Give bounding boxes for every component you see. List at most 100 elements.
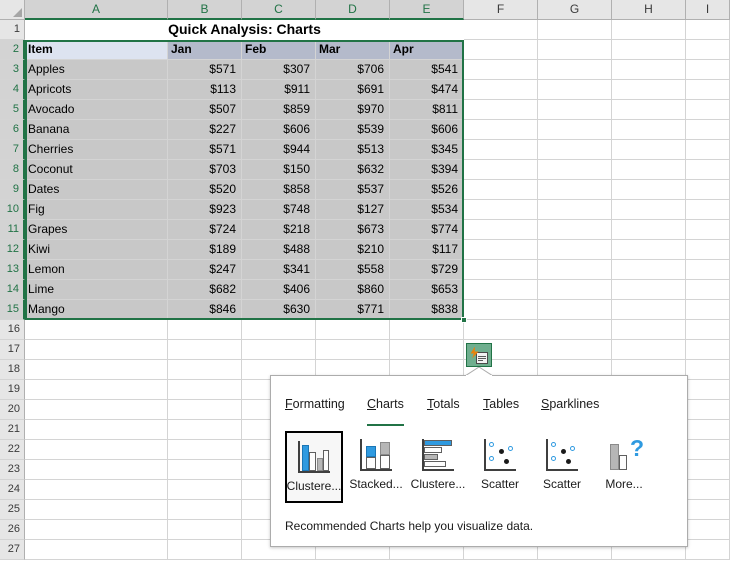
- table-cell-item-6[interactable]: Banana: [25, 120, 168, 140]
- row-header-8[interactable]: 8: [0, 160, 25, 180]
- cell-H4[interactable]: [612, 80, 686, 100]
- row-header-23[interactable]: 23: [0, 460, 25, 480]
- cell-F2[interactable]: [464, 40, 538, 60]
- table-cell-jan-15[interactable]: $846: [168, 300, 242, 320]
- row-header-15[interactable]: 15: [0, 300, 25, 320]
- table-cell-apr-12[interactable]: $117: [390, 240, 464, 260]
- cell-H14[interactable]: [612, 280, 686, 300]
- cell-I12[interactable]: [686, 240, 730, 260]
- table-cell-item-7[interactable]: Cherries: [25, 140, 168, 160]
- cell-H7[interactable]: [612, 140, 686, 160]
- table-cell-mar-15[interactable]: $771: [316, 300, 390, 320]
- quick-analysis-panel[interactable]: Formatting Charts Totals Tables Sparklines C…: [270, 375, 688, 547]
- cell-F10[interactable]: [464, 200, 538, 220]
- table-cell-feb-12[interactable]: $488: [242, 240, 316, 260]
- cell-B17[interactable]: [168, 340, 242, 360]
- cell-A17[interactable]: [25, 340, 168, 360]
- cell-B18[interactable]: [168, 360, 242, 380]
- row-header-2[interactable]: 2: [0, 40, 25, 60]
- cell-F1[interactable]: [464, 20, 538, 40]
- cell-H17[interactable]: [612, 340, 686, 360]
- row-header-6[interactable]: 6: [0, 120, 25, 140]
- row-header-9[interactable]: 9: [0, 180, 25, 200]
- table-cell-feb-9[interactable]: $858: [242, 180, 316, 200]
- cell-A26[interactable]: [25, 520, 168, 540]
- table-cell-apr-9[interactable]: $526: [390, 180, 464, 200]
- table-cell-feb-13[interactable]: $341: [242, 260, 316, 280]
- cell-I20[interactable]: [686, 400, 730, 420]
- column-header-B[interactable]: B: [168, 0, 242, 20]
- cell-G7[interactable]: [538, 140, 612, 160]
- column-header-H[interactable]: H: [612, 0, 686, 20]
- cell-G15[interactable]: [538, 300, 612, 320]
- cell-F4[interactable]: [464, 80, 538, 100]
- cell-F8[interactable]: [464, 160, 538, 180]
- row-header-27[interactable]: 27: [0, 540, 25, 560]
- row-header-17[interactable]: 17: [0, 340, 25, 360]
- row-header-12[interactable]: 12: [0, 240, 25, 260]
- row-header-19[interactable]: 19: [0, 380, 25, 400]
- cell-H8[interactable]: [612, 160, 686, 180]
- cell-D17[interactable]: [316, 340, 390, 360]
- cell-G4[interactable]: [538, 80, 612, 100]
- select-all-corner[interactable]: [0, 0, 25, 20]
- row-header-21[interactable]: 21: [0, 420, 25, 440]
- cell-G17[interactable]: [538, 340, 612, 360]
- cell-G5[interactable]: [538, 100, 612, 120]
- quick-analysis-tab-strip[interactable]: Formatting Charts Totals Tables Sparklines: [271, 390, 687, 426]
- table-cell-item-13[interactable]: Lemon: [25, 260, 168, 280]
- cell-A27[interactable]: [25, 540, 168, 560]
- cell-A20[interactable]: [25, 400, 168, 420]
- cell-I3[interactable]: [686, 60, 730, 80]
- cell-I22[interactable]: [686, 440, 730, 460]
- cell-H13[interactable]: [612, 260, 686, 280]
- table-cell-apr-14[interactable]: $653: [390, 280, 464, 300]
- table-cell-feb-11[interactable]: $218: [242, 220, 316, 240]
- row-header-22[interactable]: 22: [0, 440, 25, 460]
- table-cell-jan-12[interactable]: $189: [168, 240, 242, 260]
- cell-G10[interactable]: [538, 200, 612, 220]
- cell-E16[interactable]: [390, 320, 464, 340]
- column-header-I[interactable]: I: [686, 0, 730, 20]
- column-header-G[interactable]: G: [538, 0, 612, 20]
- table-cell-feb-6[interactable]: $606: [242, 120, 316, 140]
- cell-B20[interactable]: [168, 400, 242, 420]
- table-cell-jan-11[interactable]: $724: [168, 220, 242, 240]
- row-header-10[interactable]: 10: [0, 200, 25, 220]
- table-cell-jan-5[interactable]: $507: [168, 100, 242, 120]
- table-cell-apr-13[interactable]: $729: [390, 260, 464, 280]
- quick-analysis-gallery[interactable]: Clustere... Stacked... Clustere... Scatter S…: [285, 431, 677, 503]
- cell-I8[interactable]: [686, 160, 730, 180]
- table-cell-jan-13[interactable]: $247: [168, 260, 242, 280]
- row-header-14[interactable]: 14: [0, 280, 25, 300]
- row-header-7[interactable]: 7: [0, 140, 25, 160]
- gallery-item-2[interactable]: Clustere...: [409, 431, 467, 503]
- table-header-feb[interactable]: Feb: [242, 40, 316, 60]
- table-cell-apr-11[interactable]: $774: [390, 220, 464, 240]
- row-header-5[interactable]: 5: [0, 100, 25, 120]
- table-cell-mar-3[interactable]: $706: [316, 60, 390, 80]
- table-cell-jan-9[interactable]: $520: [168, 180, 242, 200]
- cell-I19[interactable]: [686, 380, 730, 400]
- cell-B24[interactable]: [168, 480, 242, 500]
- row-header-1[interactable]: 1: [0, 20, 25, 40]
- cell-F13[interactable]: [464, 260, 538, 280]
- cell-G12[interactable]: [538, 240, 612, 260]
- cell-I2[interactable]: [686, 40, 730, 60]
- table-cell-feb-7[interactable]: $944: [242, 140, 316, 160]
- cell-F9[interactable]: [464, 180, 538, 200]
- table-cell-apr-10[interactable]: $534: [390, 200, 464, 220]
- gallery-item-1[interactable]: Stacked...: [347, 431, 405, 503]
- cell-H2[interactable]: [612, 40, 686, 60]
- table-cell-mar-5[interactable]: $970: [316, 100, 390, 120]
- table-cell-jan-14[interactable]: $682: [168, 280, 242, 300]
- table-cell-item-11[interactable]: Grapes: [25, 220, 168, 240]
- table-cell-item-14[interactable]: Lime: [25, 280, 168, 300]
- table-cell-jan-7[interactable]: $571: [168, 140, 242, 160]
- table-cell-mar-6[interactable]: $539: [316, 120, 390, 140]
- column-header-F[interactable]: F: [464, 0, 538, 20]
- table-header-item[interactable]: Item: [25, 40, 168, 60]
- cell-I27[interactable]: [686, 540, 730, 560]
- cell-H9[interactable]: [612, 180, 686, 200]
- cell-H12[interactable]: [612, 240, 686, 260]
